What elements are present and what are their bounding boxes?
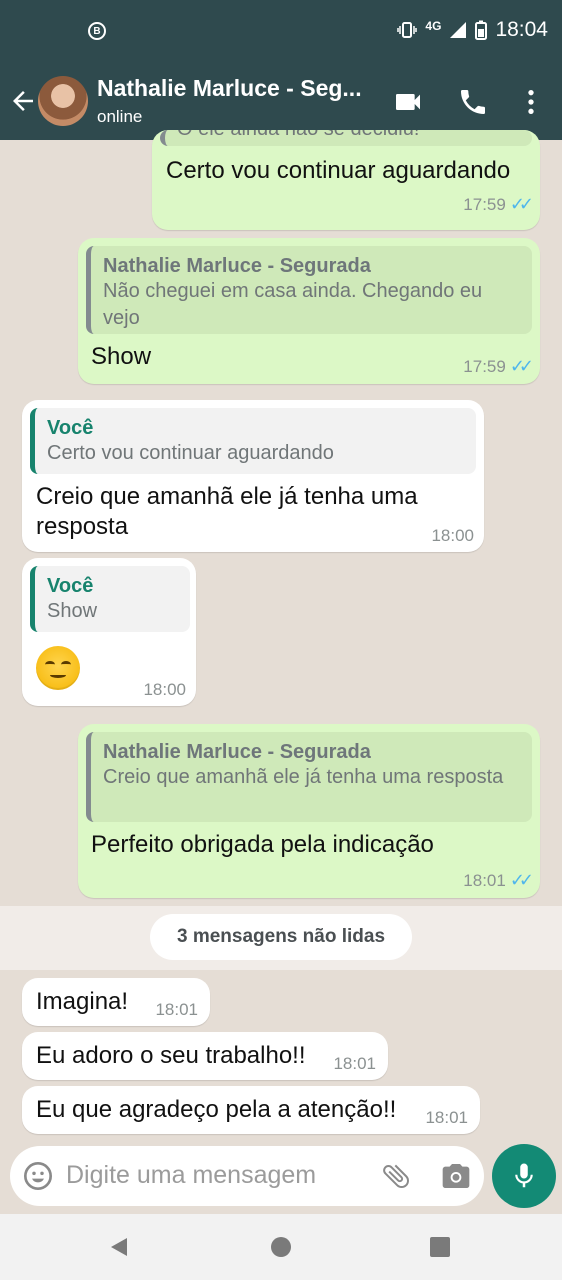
message-meta: 18:00 xyxy=(143,680,186,700)
read-ticks-icon: ✓✓ xyxy=(509,870,534,890)
message-time: 18:00 xyxy=(143,680,186,699)
message-time: 18:01 xyxy=(425,1108,468,1127)
message-text: Perfeito obrigada pela indicação xyxy=(91,831,434,858)
message-bubble-incoming[interactable]: Imagina! 18:01 xyxy=(22,978,210,1026)
quoted-message[interactable]: Você Certo vou continuar aguardando xyxy=(30,408,476,474)
message-bubble-outgoing[interactable]: Nathalie Marluce - Segurada Não cheguei … xyxy=(78,238,540,384)
more-options-icon[interactable] xyxy=(515,86,547,118)
contact-status: online xyxy=(97,107,143,126)
signal-icon xyxy=(450,22,467,38)
message-time: 18:01 xyxy=(333,1054,376,1073)
quoted-sender: Você xyxy=(47,417,94,439)
attach-icon[interactable] xyxy=(380,1160,412,1192)
message-meta: 18:01 xyxy=(155,1000,198,1020)
message-bubble-incoming[interactable]: Você Certo vou continuar aguardando Crei… xyxy=(22,400,484,552)
message-bubble-incoming[interactable]: Você Show 18:00 xyxy=(22,558,196,706)
quoted-sender: Nathalie Marluce - Segurada xyxy=(103,741,371,763)
quoted-message[interactable]: Você Show xyxy=(30,566,190,632)
message-meta: 18:01 xyxy=(425,1108,468,1128)
quoted-sender: Você xyxy=(47,575,94,597)
emoji-icon[interactable] xyxy=(22,1160,54,1192)
message-bubble-outgoing[interactable]: O ele ainda não se decidiu! Certo vou co… xyxy=(152,130,540,230)
message-time: 17:59 xyxy=(463,356,506,376)
quoted-sender: Nathalie Marluce - Segurada xyxy=(103,255,371,277)
nav-home-icon[interactable] xyxy=(271,1237,291,1257)
message-meta: 17:59 ✓✓ xyxy=(463,356,534,377)
status-bar: B 4G 18:04 xyxy=(0,0,562,62)
message-time: 18:01 xyxy=(463,870,506,890)
nav-recents-icon[interactable] xyxy=(430,1237,450,1257)
quoted-message: O ele ainda não se decidiu! xyxy=(160,130,532,146)
quoted-text: Não cheguei em casa ainda. Chegando eu v… xyxy=(103,280,483,329)
battery-icon xyxy=(475,20,488,40)
message-text: Eu adoro o seu trabalho!! xyxy=(36,1042,306,1069)
back-arrow-icon[interactable] xyxy=(8,86,38,116)
unread-messages-banner: 3 mensagens não lidas xyxy=(150,914,412,960)
nav-back-icon[interactable] xyxy=(108,1236,130,1258)
read-ticks-icon: ✓✓ xyxy=(509,356,534,376)
message-time: 18:00 xyxy=(431,526,474,545)
network-type: 4G xyxy=(425,19,442,33)
message-meta: 17:59 ✓✓ xyxy=(463,194,534,215)
video-call-icon[interactable] xyxy=(392,86,424,118)
message-meta: 18:01 ✓✓ xyxy=(463,870,534,891)
message-time: 17:59 xyxy=(463,194,506,214)
read-ticks-icon: ✓✓ xyxy=(509,194,534,214)
status-right: 4G 18:04 xyxy=(397,18,548,42)
clock: 18:04 xyxy=(495,18,548,41)
message-meta: 18:01 xyxy=(333,1054,376,1074)
quoted-text: O ele ainda não se decidiu! xyxy=(177,130,520,143)
message-meta: 18:00 xyxy=(431,526,474,546)
avatar[interactable] xyxy=(38,76,88,126)
message-bubble-incoming[interactable]: Eu que agradeço pela a atenção!! 18:01 xyxy=(22,1086,480,1134)
quoted-text: Show xyxy=(47,600,98,622)
mic-button[interactable] xyxy=(492,1144,556,1208)
chat-area[interactable]: O ele ainda não se decidiu! Certo vou co… xyxy=(0,130,562,1210)
quoted-message[interactable]: Nathalie Marluce - Segurada Não cheguei … xyxy=(86,246,532,334)
message-text: Certo vou continuar aguardando xyxy=(166,157,511,184)
smirking-face-emoji-icon xyxy=(36,646,80,690)
message-text: Show xyxy=(91,343,152,370)
message-text: Imagina! xyxy=(36,988,129,1015)
b-notification-icon: B xyxy=(88,22,106,40)
message-bubble-incoming[interactable]: Eu adoro o seu trabalho!! 18:01 xyxy=(22,1032,388,1080)
phone-icon[interactable] xyxy=(457,86,489,118)
message-time: 18:01 xyxy=(155,1000,198,1019)
chat-header: Nathalie Marluce - Seg... online xyxy=(0,62,562,140)
contact-name[interactable]: Nathalie Marluce - Seg... xyxy=(97,75,377,102)
message-composer[interactable]: Digite uma mensagem xyxy=(10,1146,484,1206)
vibrate-icon xyxy=(397,22,418,38)
mic-icon xyxy=(515,1163,533,1188)
quoted-message[interactable]: Nathalie Marluce - Segurada Creio que am… xyxy=(86,732,532,822)
message-bubble-outgoing[interactable]: Nathalie Marluce - Segurada Creio que am… xyxy=(78,724,540,898)
quoted-text: Creio que amanhã ele já tenha uma respos… xyxy=(103,766,504,788)
quoted-text: Certo vou continuar aguardando xyxy=(47,442,334,464)
camera-icon[interactable] xyxy=(440,1160,472,1192)
system-nav-bar xyxy=(0,1214,562,1280)
message-input[interactable]: Digite uma mensagem xyxy=(66,1161,316,1190)
message-text: Creio que amanhã ele já tenha uma respos… xyxy=(36,483,418,540)
message-text: Eu que agradeço pela a atenção!! xyxy=(36,1096,397,1123)
